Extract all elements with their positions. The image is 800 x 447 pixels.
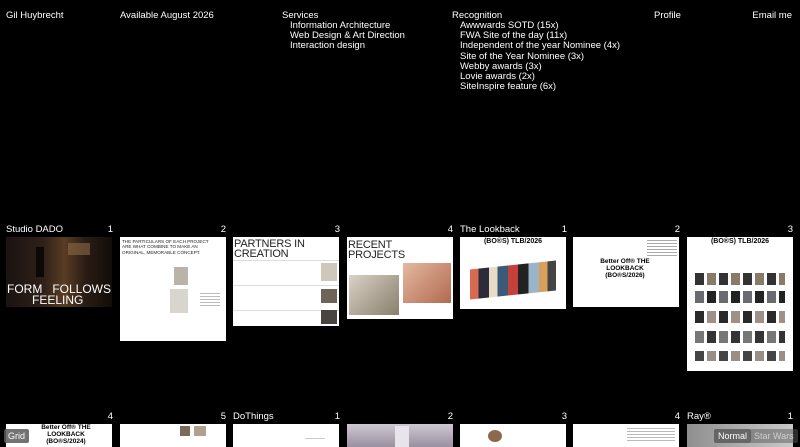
figure-shape — [36, 247, 44, 277]
project-thumbnail[interactable] — [460, 424, 566, 447]
slide-number: 1 — [334, 411, 340, 422]
project-title-dothings[interactable]: DoThings — [233, 411, 274, 422]
project-title-studio-dado[interactable]: Studio DADO — [6, 224, 63, 235]
slide-number: 3 — [787, 224, 793, 235]
product-shape — [395, 426, 409, 447]
normal-view-toggle[interactable]: Normal — [714, 429, 752, 443]
project-title-ray[interactable]: Ray® — [687, 411, 711, 422]
slide-number: 4 — [447, 224, 453, 235]
product-shape — [488, 430, 502, 442]
photo-placeholder — [321, 263, 337, 281]
site-owner-name[interactable]: Gil Huybrecht — [6, 10, 64, 21]
photo-placeholder — [321, 289, 337, 303]
photo-placeholder — [349, 275, 399, 315]
image-grid-row — [695, 273, 785, 285]
divider — [233, 260, 339, 261]
star-wars-view-toggle[interactable]: Star Wars — [750, 429, 798, 443]
slide-number: 4 — [107, 411, 113, 422]
project-thumbnail[interactable]: RECENT PROJECTS — [347, 237, 453, 319]
project-title-the-lookback[interactable]: The Lookback — [460, 224, 520, 235]
slide-number: 1 — [787, 411, 793, 422]
light-shape — [68, 243, 90, 255]
image-grid-row — [695, 351, 785, 361]
slide-number: 3 — [561, 411, 567, 422]
slide-number: 3 — [334, 224, 340, 235]
profile-link[interactable]: Profile — [654, 10, 681, 21]
slide-heading: PARTNERS IN CREATION — [234, 238, 305, 260]
slide-number: 2 — [447, 411, 453, 422]
project-thumbnail[interactable] — [347, 424, 453, 447]
photo-placeholder — [170, 289, 188, 313]
grid-view-toggle[interactable]: Grid — [4, 429, 30, 443]
photo-placeholder — [321, 310, 337, 324]
slide-heading: (BO®S) TLB/2026 — [483, 238, 543, 245]
project-thumbnail[interactable] — [573, 424, 679, 447]
project-thumbnail[interactable]: FORM FOLLOWS FEELING — [6, 237, 112, 307]
slide-number: 1 — [561, 224, 567, 235]
slide-number: 1 — [107, 224, 113, 235]
recognition-list: Awwwards SOTD (15x) FWA Site of the day … — [460, 20, 620, 93]
slide-heading: (BO®S) TLB/2026 — [710, 238, 770, 245]
recognition-item: SiteInspire feature (6x) — [460, 81, 557, 93]
slide-heading: Better Off® THE LOOKBACK (BO®S/2024) — [41, 424, 91, 445]
photo-placeholder — [180, 426, 190, 436]
photo-placeholder — [194, 426, 206, 436]
project-thumbnail[interactable]: THE PARTICULARS OF EACH PROJECT ARE WHAT… — [120, 237, 226, 341]
text-lines — [305, 438, 325, 439]
project-thumbnail[interactable]: (BO®S) TLB/2026 — [460, 237, 566, 309]
image-grid-row — [695, 311, 785, 323]
project-thumbnail[interactable]: Better Off® THE LOOKBACK (BO®S/2026) — [573, 237, 679, 307]
image-grid-row — [695, 331, 785, 343]
service-item: Interaction design — [290, 40, 365, 52]
project-thumbnail[interactable] — [120, 424, 226, 447]
slide-number: 5 — [220, 411, 226, 422]
text-lines — [200, 293, 220, 294]
availability-text: Available August 2026 — [120, 10, 214, 21]
slide-number: 4 — [674, 411, 680, 422]
divider — [233, 285, 339, 286]
project-thumbnail[interactable] — [233, 424, 339, 447]
image-grid-row — [695, 291, 785, 303]
slide-heading: Better Off® THE LOOKBACK (BO®S/2026) — [600, 258, 650, 279]
text-lines — [647, 240, 677, 241]
slide-heading: RECENT PROJECTS — [348, 239, 406, 261]
project-thumbnail[interactable]: PARTNERS IN CREATION — [233, 237, 339, 326]
text-lines — [627, 428, 675, 429]
slide-number: 2 — [220, 224, 226, 235]
slide-number: 2 — [674, 224, 680, 235]
project-thumbnail[interactable]: (BO®S) TLB/2026 — [687, 237, 793, 371]
email-link[interactable]: Email me — [752, 10, 792, 21]
slide-text: THE PARTICULARS OF EACH PROJECT ARE WHAT… — [122, 239, 209, 255]
slide-heading: FEELING — [32, 293, 84, 307]
services-list: Information Architecture Web Design & Ar… — [290, 20, 405, 52]
image-collage — [470, 260, 556, 300]
photo-placeholder — [174, 267, 188, 285]
photo-placeholder — [403, 263, 451, 303]
